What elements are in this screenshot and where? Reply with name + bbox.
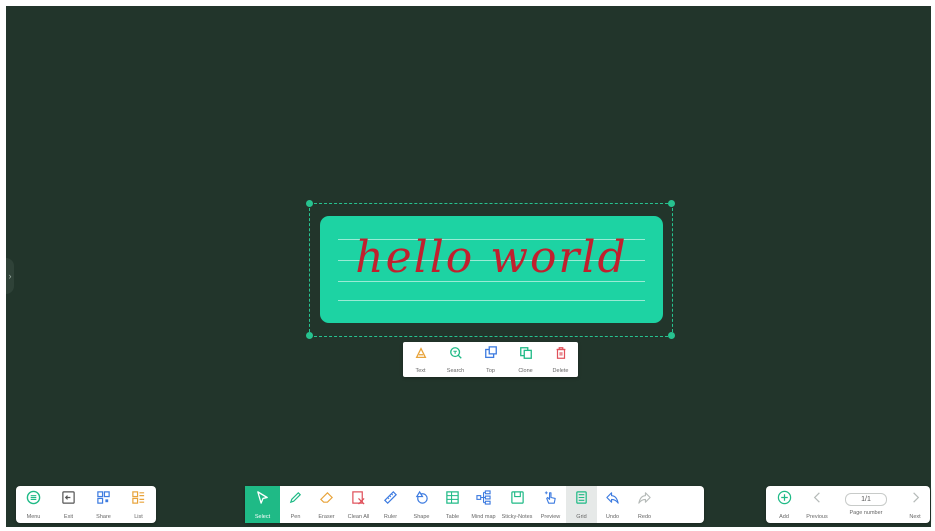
top-label: Top: [486, 367, 495, 374]
chevron-left-icon: [810, 490, 825, 510]
clean-all-button[interactable]: Clean All: [342, 486, 375, 523]
delete-button[interactable]: Delete: [543, 342, 578, 377]
table-icon: [445, 490, 460, 510]
page-indicator[interactable]: 1/1: [845, 493, 887, 506]
handwritten-text: hello world: [355, 232, 628, 283]
next-label: Next: [909, 513, 921, 520]
search-label: Search: [446, 367, 465, 374]
mind-map-label: Mind map: [471, 513, 496, 520]
undo-button[interactable]: Undo: [597, 486, 628, 523]
clone-icon: [519, 346, 533, 365]
eraser-tool-button[interactable]: Eraser: [311, 486, 342, 523]
sticky-notes-label: Sticky-Notes: [501, 513, 533, 520]
clean-all-icon: [351, 490, 366, 510]
bring-to-top-icon: [484, 345, 498, 365]
text-label: Text: [415, 367, 426, 374]
trash-icon: [554, 346, 568, 365]
preview-hand-icon: [543, 490, 558, 510]
chevron-right-icon: [908, 490, 923, 510]
list-label: List: [134, 513, 143, 520]
resize-handle-top-left[interactable]: [306, 200, 313, 207]
exit-button[interactable]: Exit: [51, 486, 86, 523]
delete-label: Delete: [552, 367, 569, 374]
top-button[interactable]: Top: [473, 342, 508, 377]
exit-label: Exit: [63, 513, 74, 520]
shape-label: Shape: [413, 513, 430, 520]
search-button[interactable]: Search: [438, 342, 473, 377]
menu-icon: [26, 490, 41, 510]
undo-label: Undo: [605, 513, 620, 520]
page-number-control[interactable]: 1/1 Page number: [832, 486, 900, 523]
selection-context-toolbar: Text Search Top Clone Delete: [403, 342, 578, 377]
grid-icon: [574, 490, 589, 510]
undo-icon: [605, 490, 620, 510]
clone-label: Clone: [518, 367, 533, 374]
share-label: Share: [96, 513, 111, 520]
sticky-note-icon: [510, 490, 525, 510]
previous-label: Previous: [806, 513, 828, 520]
main-toolbar: Select Pen Eraser Clean All Ruler Shape: [245, 486, 704, 523]
resize-handle-bottom-right[interactable]: [668, 332, 675, 339]
share-qr-icon: [96, 490, 111, 510]
pen-label: Pen: [290, 513, 301, 520]
menu-label: Menu: [26, 513, 41, 520]
ruler-tool-button[interactable]: Ruler: [375, 486, 406, 523]
mind-map-icon: [476, 489, 491, 510]
table-label: Table: [445, 513, 460, 520]
resize-handle-top-right[interactable]: [668, 200, 675, 207]
share-button[interactable]: Share: [86, 486, 121, 523]
ruler-label: Ruler: [383, 513, 398, 520]
left-toolbar: Menu Exit Share List: [16, 486, 156, 523]
page-number-label: Page number: [849, 510, 883, 516]
select-tool-button[interactable]: Select: [245, 486, 280, 523]
resize-handle-bottom-left[interactable]: [306, 332, 313, 339]
table-tool-button[interactable]: Table: [437, 486, 468, 523]
shape-icon: [414, 490, 429, 510]
search-icon: [449, 346, 463, 365]
add-page-button[interactable]: Add: [766, 486, 802, 523]
next-page-button[interactable]: Next: [900, 486, 930, 523]
list-icon: [131, 490, 146, 510]
grid-toggle-button[interactable]: Grid: [566, 486, 597, 523]
eraser-icon: [319, 490, 334, 510]
page-toolbar: Add Previous 1/1 Page number Next: [766, 486, 930, 523]
previous-page-button[interactable]: Previous: [802, 486, 832, 523]
add-label: Add: [779, 513, 789, 520]
guide-line: [338, 300, 645, 301]
pen-tool-button[interactable]: Pen: [280, 486, 311, 523]
clean-all-label: Clean All: [347, 513, 370, 520]
preview-tool-button[interactable]: Preview: [535, 486, 566, 523]
redo-icon: [637, 490, 652, 510]
text-paint-icon: [414, 346, 428, 365]
menu-button[interactable]: Menu: [16, 486, 51, 523]
eraser-label: Eraser: [318, 513, 335, 520]
list-button[interactable]: List: [121, 486, 156, 523]
plus-circle-icon: [777, 490, 792, 510]
pen-icon: [288, 490, 303, 510]
redo-label: Redo: [637, 513, 652, 520]
side-panel-toggle[interactable]: ›: [6, 258, 14, 294]
ruler-icon: [383, 490, 398, 510]
select-label: Select: [254, 513, 271, 520]
sticky-notes-tool-button[interactable]: Sticky-Notes: [499, 486, 535, 523]
mind-map-tool-button[interactable]: Mind map: [468, 486, 499, 523]
preview-label: Preview: [540, 513, 561, 520]
cursor-icon: [255, 490, 270, 510]
shape-tool-button[interactable]: Shape: [406, 486, 437, 523]
text-button[interactable]: Text: [403, 342, 438, 377]
handwriting-card[interactable]: hello world: [320, 216, 663, 323]
exit-icon: [61, 490, 76, 510]
clone-button[interactable]: Clone: [508, 342, 543, 377]
grid-label: Grid: [576, 513, 587, 520]
chevron-right-icon: ›: [8, 271, 12, 281]
redo-button[interactable]: Redo: [628, 486, 661, 523]
